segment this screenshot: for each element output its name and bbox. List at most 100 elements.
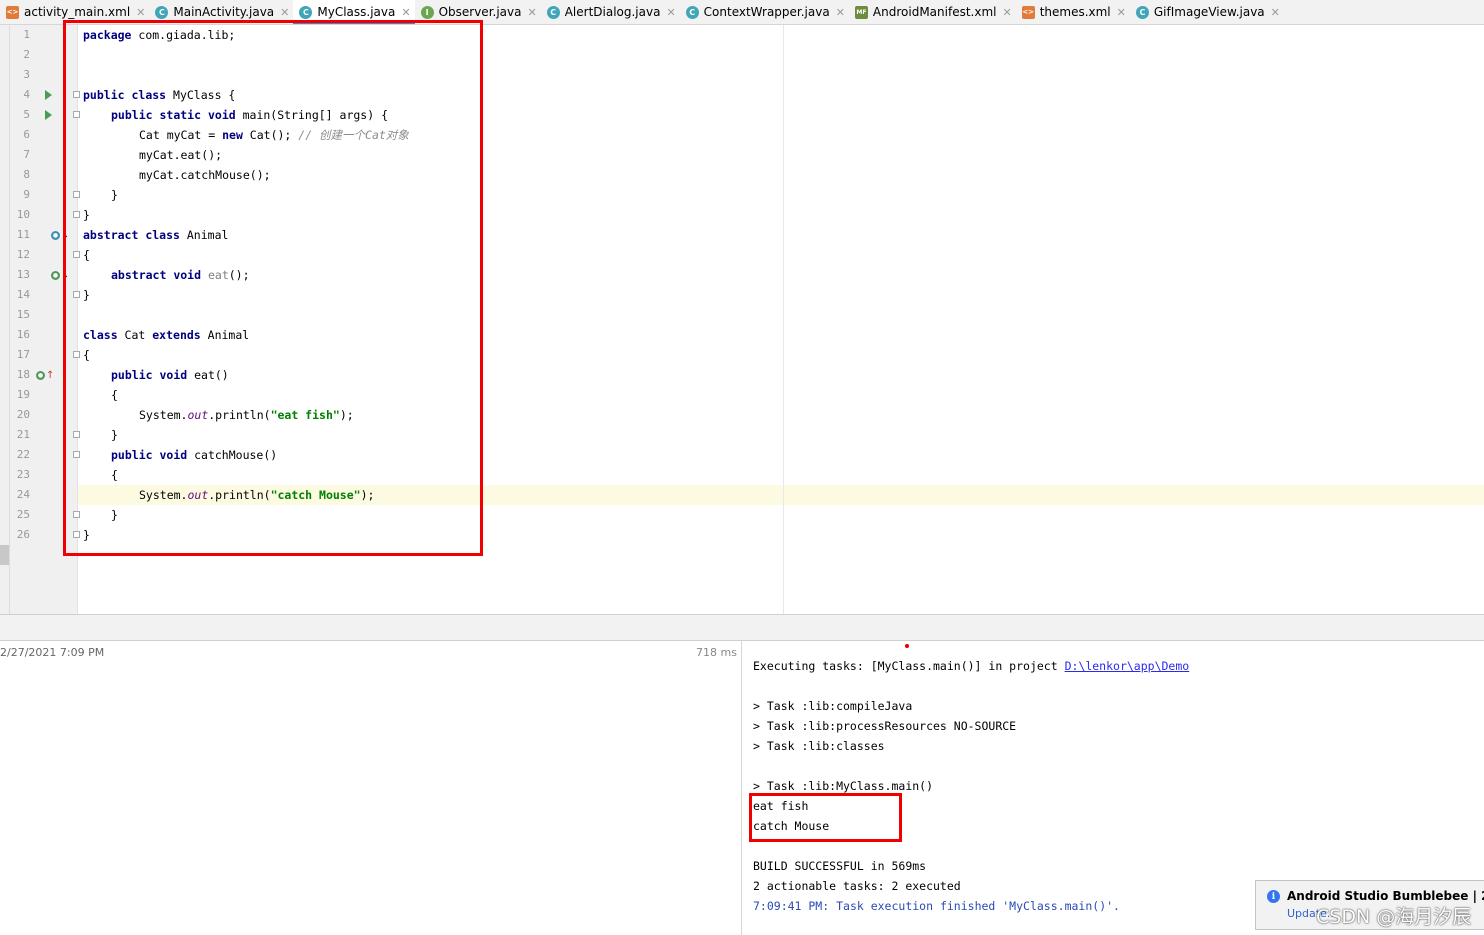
watermark: CSDN @海月汐辰	[1316, 906, 1472, 928]
tab-alertdialog-java[interactable]: C AlertDialog.java ✕	[541, 0, 680, 24]
project-path-link[interactable]: D:\lenkor\app\Demo	[1065, 659, 1190, 673]
implemented-method-icon[interactable]: ● ↓	[51, 265, 69, 285]
code-text[interactable]: class Cat extends Animal	[83, 325, 249, 345]
code-line: 23 {	[0, 465, 1484, 485]
fold-marker-icon[interactable]	[73, 111, 80, 118]
close-icon[interactable]: ✕	[666, 6, 675, 19]
close-icon[interactable]: ✕	[136, 6, 145, 19]
code-line: 13 ● ↓ abstract void eat();	[0, 265, 1484, 285]
code-text[interactable]: System.out.println("catch Mouse");	[139, 485, 374, 505]
console-timestamp: 7:09:41 PM	[753, 899, 823, 913]
code-line: 3	[0, 65, 1484, 85]
line-number: 2	[23, 48, 30, 61]
run-main-icon[interactable]	[35, 105, 52, 125]
code-text[interactable]: }	[111, 505, 118, 525]
fold-marker-icon[interactable]	[73, 531, 80, 538]
code-line: 20 System.out.println("eat fish");	[0, 405, 1484, 425]
tab-myclass-java[interactable]: C MyClass.java ✕	[293, 0, 415, 24]
line-number: 24	[16, 488, 30, 501]
close-icon[interactable]: ✕	[527, 6, 536, 19]
code-text[interactable]: public void eat()	[111, 365, 229, 385]
keyword: public	[111, 368, 153, 382]
static-field: out	[187, 488, 209, 502]
code-text[interactable]: }	[111, 185, 118, 205]
code-token: );	[339, 408, 354, 422]
close-icon[interactable]: ✕	[1117, 6, 1126, 19]
java-class-icon: C	[685, 5, 699, 19]
tab-label: Observer.java	[438, 5, 522, 19]
close-icon[interactable]: ✕	[1002, 6, 1011, 19]
console-line: > Task :lib:processResources NO-SOURCE	[753, 719, 1017, 733]
code-text[interactable]: {	[111, 385, 118, 405]
code-line: 26 }	[0, 525, 1484, 545]
code-line: 8 myCat.catchMouse();	[0, 165, 1484, 185]
implemented-by-icon[interactable]: ● ↓	[51, 225, 69, 245]
fold-marker-icon[interactable]	[73, 291, 80, 298]
line-number: 3	[23, 68, 30, 81]
code-token: MyClass {	[166, 88, 236, 102]
code-line: 9 }	[0, 185, 1484, 205]
code-text[interactable]: abstract class Animal	[83, 225, 228, 245]
tab-observer-java[interactable]: I Observer.java ✕	[415, 0, 541, 24]
code-token: Animal	[200, 328, 250, 342]
console-line: > Task :lib:compileJava	[753, 699, 913, 713]
code-text[interactable]: System.out.println("eat fish");	[139, 405, 354, 425]
fold-marker-icon[interactable]	[73, 251, 80, 258]
code-token: Animal	[179, 228, 229, 242]
tab-themes-xml[interactable]: <> themes.xml ✕	[1016, 0, 1130, 24]
tab-activity-main-xml[interactable]: <> activity_main.xml ✕	[0, 0, 149, 24]
code-text[interactable]: {	[83, 245, 90, 265]
scrollbar-thumb[interactable]	[0, 545, 9, 565]
fold-marker-icon[interactable]	[73, 191, 80, 198]
code-text[interactable]: public static void main(String[] args) {	[111, 105, 388, 125]
code-token: .println(	[208, 408, 271, 422]
run-entry-timestamp[interactable]: 2/27/2021 7:09 PM	[0, 646, 104, 659]
fold-marker-icon[interactable]	[73, 451, 80, 458]
fold-marker-icon[interactable]	[73, 511, 80, 518]
java-class-icon: C	[155, 5, 169, 19]
fold-marker-icon[interactable]	[73, 91, 80, 98]
console-text: : Task execution finished 'MyClass.main(…	[822, 899, 1120, 913]
code-token: .println(	[208, 488, 271, 502]
code-text[interactable]: }	[83, 205, 90, 225]
code-line: 14 }	[0, 285, 1484, 305]
keyword: static	[159, 108, 202, 122]
code-text[interactable]: {	[83, 345, 90, 365]
code-text[interactable]: }	[83, 525, 90, 545]
code-text[interactable]: package com.giada.lib;	[83, 25, 235, 45]
code-text[interactable]: }	[111, 425, 118, 445]
fold-marker-icon[interactable]	[73, 351, 80, 358]
implements-method-icon[interactable]: ● ↑	[36, 365, 54, 385]
fold-marker-icon[interactable]	[73, 431, 80, 438]
static-field: out	[187, 408, 209, 422]
tab-mainactivity-java[interactable]: C MainActivity.java ✕	[149, 0, 293, 24]
keyword: extends	[152, 328, 201, 342]
code-text[interactable]: }	[83, 285, 90, 305]
console-line: 7:09:41 PM: Task execution finished 'MyC…	[753, 896, 1120, 916]
tab-androidmanifest-xml[interactable]: MF AndroidManifest.xml ✕	[849, 0, 1016, 24]
tab-contextwrapper-java[interactable]: C ContextWrapper.java ✕	[680, 0, 849, 24]
code-token: catchMouse()	[187, 448, 278, 462]
code-line: 10 }	[0, 205, 1484, 225]
close-icon[interactable]: ✕	[280, 6, 289, 19]
code-text[interactable]: myCat.catchMouse();	[139, 165, 271, 185]
code-editor[interactable]: 1 package com.giada.lib; 2 3 4 public cl…	[0, 20, 1484, 614]
line-number: 25	[16, 508, 30, 521]
code-text[interactable]: myCat.eat();	[139, 145, 222, 165]
console-line: > Task :lib:classes	[753, 739, 885, 753]
code-text[interactable]: public void catchMouse()	[111, 445, 277, 465]
code-text[interactable]: Cat myCat = new Cat(); // 创建一个Cat对象	[139, 125, 409, 145]
code-text[interactable]: {	[111, 465, 118, 485]
code-text[interactable]: abstract void eat();	[111, 265, 250, 285]
fold-marker-icon[interactable]	[73, 211, 80, 218]
manifest-file-icon: MF	[854, 5, 868, 19]
close-icon[interactable]: ✕	[401, 6, 410, 19]
run-class-icon[interactable]	[35, 85, 52, 105]
code-token: ();	[228, 268, 250, 282]
code-line: 12 {	[0, 245, 1484, 265]
line-number: 26	[16, 528, 30, 541]
code-text[interactable]: public class MyClass {	[83, 85, 235, 105]
close-icon[interactable]: ✕	[1271, 6, 1280, 19]
tab-gifimageview-java[interactable]: C GifImageView.java ✕	[1130, 0, 1284, 24]
close-icon[interactable]: ✕	[836, 6, 845, 19]
